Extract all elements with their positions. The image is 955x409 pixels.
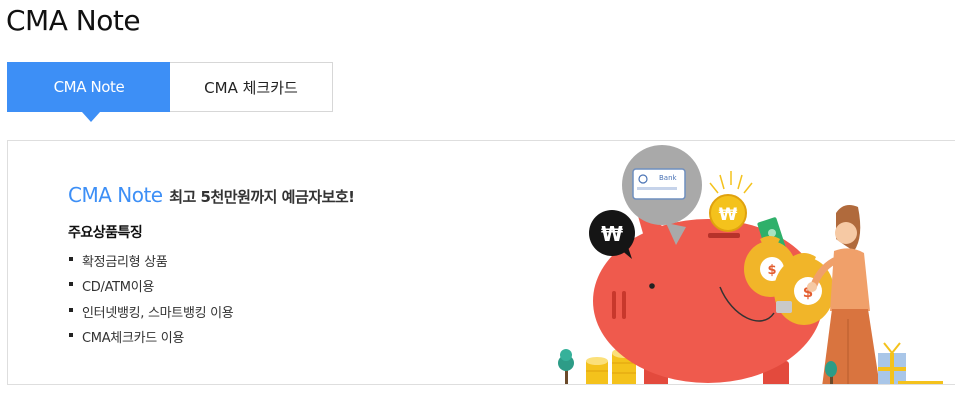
feature-text: CMA체크카드 이용: [82, 330, 185, 346]
product-tabs: CMA Note CMA 체크카드: [7, 62, 333, 122]
tree-icon: [558, 349, 574, 384]
feature-text: CD/ATM이용: [82, 280, 155, 296]
bullet-icon: [69, 332, 73, 337]
feature-item: CD/ATM이용: [68, 276, 233, 301]
feature-item: 확정금리형 상품: [68, 251, 233, 276]
tab-cma-check-card[interactable]: CMA 체크카드: [170, 62, 333, 112]
piggy-bank-illustration: Bank ₩ ₩ $ $: [558, 145, 943, 384]
bullet-icon: [69, 282, 73, 287]
features-heading: 주요상품특징: [68, 225, 143, 241]
promo-headline: CMA Note 최고 5천만원까지 예금자보호!: [68, 183, 355, 207]
gift-box-icon: [878, 342, 906, 384]
coin-pile-icon: [898, 381, 943, 384]
feature-list: 확정금리형 상품 CD/ATM이용 인터넷뱅킹, 스마트뱅킹 이용 CMA체크카…: [68, 251, 234, 352]
page-title: CMA Note: [6, 4, 141, 37]
feature-text: 확정금리형 상품: [82, 255, 168, 270]
promo-brand: CMA Note: [68, 183, 163, 207]
tab-cma-note[interactable]: CMA Note: [7, 62, 171, 112]
won-sign-text: ₩: [601, 222, 623, 246]
promo-tagline: 최고 5천만원까지 예금자보호!: [169, 188, 355, 206]
bank-card-label: Bank: [659, 174, 678, 182]
coin-won-text: ₩: [719, 205, 738, 225]
product-info-panel: CMA Note 최고 5천만원까지 예금자보호! 주요상품특징 확정금리형 상…: [7, 140, 955, 385]
active-tab-pointer: [82, 112, 100, 122]
feature-item: 인터넷뱅킹, 스마트뱅킹 이용: [68, 302, 234, 327]
svg-text:$: $: [767, 263, 776, 278]
feature-item: CMA체크카드 이용: [68, 327, 233, 352]
bullet-icon: [69, 307, 73, 312]
bullet-icon: [69, 257, 73, 261]
won-bubble-icon: ₩: [589, 210, 635, 259]
gold-coin-icon: ₩: [709, 171, 753, 232]
feature-text: 인터넷뱅킹, 스마트뱅킹 이용: [82, 305, 234, 321]
